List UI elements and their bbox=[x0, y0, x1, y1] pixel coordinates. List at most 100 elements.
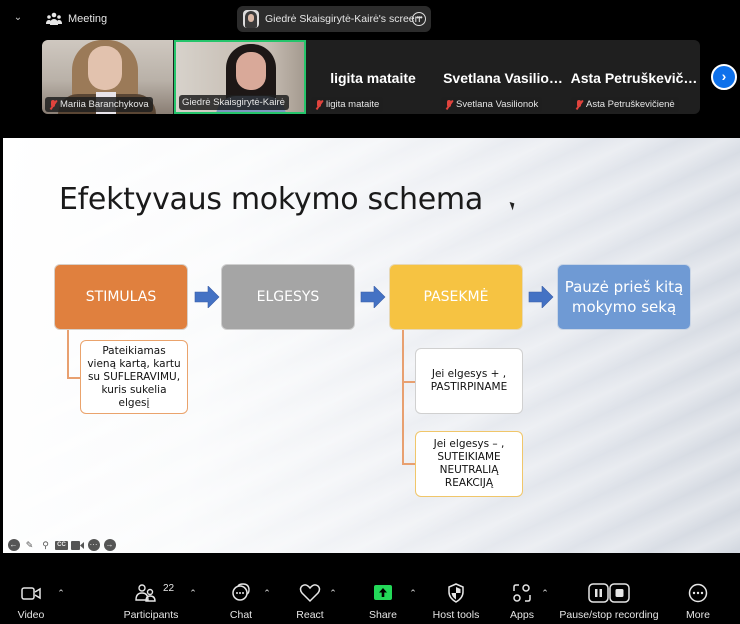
apps-button[interactable]: Apps bbox=[502, 578, 542, 624]
connector-line bbox=[402, 463, 415, 465]
video-label: Video bbox=[17, 609, 45, 621]
more-icon bbox=[688, 583, 708, 603]
positive-consequence: Jei elgesys + , PASTIRPINAME bbox=[415, 348, 523, 414]
step-pasekme: PASEKMĖ bbox=[389, 264, 523, 330]
recording-label: Pause/stop recording bbox=[559, 609, 659, 621]
participant-name: Svetlana Vasilionok bbox=[456, 99, 539, 110]
participant-nametag: ligita mataite bbox=[311, 97, 384, 112]
participant-tile[interactable]: Mariia Baranchykova bbox=[42, 40, 173, 114]
react-options-caret[interactable]: ⌃ bbox=[328, 588, 338, 598]
chevron-down-icon[interactable]: ⌄ bbox=[12, 12, 24, 24]
participants-count: 22 bbox=[163, 583, 175, 594]
more-label: More bbox=[686, 609, 710, 621]
participant-nametag: Svetlana Vasilionok bbox=[441, 97, 543, 112]
participant-name: Mariia Baranchykova bbox=[60, 99, 149, 110]
apps-label: Apps bbox=[510, 609, 534, 621]
mic-muted-icon bbox=[48, 99, 57, 110]
react-label: React bbox=[296, 609, 324, 621]
pause-stop-recording-icon bbox=[588, 583, 630, 603]
participants-button[interactable]: 22 Participants bbox=[118, 578, 184, 624]
share-options-caret[interactable]: ⌃ bbox=[408, 588, 418, 598]
screen-share-indicator[interactable]: Giedrė Skaisgirytė-Kairė's screen ••• bbox=[237, 6, 431, 32]
connector-line bbox=[402, 381, 415, 383]
react-button[interactable]: React bbox=[290, 578, 330, 624]
heart-icon bbox=[299, 584, 321, 603]
connector-line bbox=[402, 330, 404, 464]
chat-label: Chat bbox=[229, 609, 253, 621]
zoom-meeting-window: ⌄ Meeting Giedrė Skaisgirytė-Kairė's scr… bbox=[0, 0, 740, 624]
connector-line bbox=[67, 377, 80, 379]
video-icon[interactable] bbox=[71, 539, 84, 552]
more-icon[interactable]: ··· bbox=[87, 539, 100, 552]
apps-options-caret[interactable]: ⌃ bbox=[540, 588, 550, 598]
mic-muted-icon bbox=[574, 99, 583, 110]
shared-screen-slide: Efektyvaus mokymo schema STIMULAS ELGESY… bbox=[3, 138, 740, 553]
participants-label: Participants bbox=[123, 609, 179, 621]
chat-icon bbox=[232, 583, 250, 601]
apps-icon bbox=[513, 584, 531, 602]
more-icon[interactable]: ••• bbox=[412, 12, 426, 26]
participant-gallery: Mariia Baranchykova Giedrė Skaisgirytė-K… bbox=[42, 40, 700, 114]
chat-button[interactable]: Chat bbox=[222, 578, 260, 624]
participant-nametag: Mariia Baranchykova bbox=[45, 97, 153, 112]
video-camera-icon bbox=[21, 587, 41, 600]
more-button[interactable]: More bbox=[680, 578, 716, 624]
share-screen-icon bbox=[374, 585, 392, 600]
slide-title: Efektyvaus mokymo schema bbox=[59, 182, 483, 217]
connector-line bbox=[67, 330, 69, 378]
participant-name: Giedrė Skaisgirytė-Kairė bbox=[182, 97, 285, 108]
negative-consequence-text: Jei elgesys – , SUTEIKIAME NEUTRALIĄ REA… bbox=[433, 438, 505, 489]
pen-icon[interactable]: ✎ bbox=[23, 539, 36, 552]
step-pauze: Pauzė prieš kitą mokymo seką bbox=[557, 264, 691, 330]
chat-options-caret[interactable]: ⌃ bbox=[262, 588, 272, 598]
top-bar: ⌄ Meeting Giedrė Skaisgirytė-Kairė's scr… bbox=[0, 0, 740, 40]
share-label: Share bbox=[368, 609, 398, 621]
recording-button[interactable]: Pause/stop recording bbox=[558, 578, 660, 624]
participant-display-name: ligita mataite bbox=[330, 70, 416, 86]
video-button[interactable]: Video bbox=[10, 578, 52, 624]
negative-consequence: Jei elgesys – , SUTEIKIAME NEUTRALIĄ REA… bbox=[415, 431, 523, 497]
zoom-icon[interactable]: ⚲ bbox=[39, 539, 52, 552]
step-stimulas: STIMULAS bbox=[54, 264, 188, 330]
host-tools-button[interactable]: Host tools bbox=[428, 578, 484, 624]
positive-consequence-text: Jei elgesys + , PASTIRPINAME bbox=[430, 368, 508, 393]
mic-muted-icon bbox=[444, 99, 453, 110]
participant-display-name: Asta Petruškevič… bbox=[570, 70, 698, 86]
stimulas-detail: Pateikiamas vieną kartą, kartu su SUFLER… bbox=[80, 340, 188, 414]
participant-display-name: Svetlana Vasilio… bbox=[443, 70, 563, 86]
participant-tile[interactable]: Svetlana Vasilio… Svetlana Vasilionok bbox=[438, 40, 568, 114]
arrow-right-icon bbox=[360, 286, 386, 308]
participants-options-caret[interactable]: ⌃ bbox=[188, 588, 198, 598]
participant-tile-active-speaker[interactable]: Giedrė Skaisgirytė-Kairė bbox=[174, 40, 306, 114]
stimulas-detail-text: Pateikiamas vieną kartą, kartu su SUFLER… bbox=[87, 344, 181, 409]
captions-label: CC bbox=[55, 540, 68, 550]
previous-slide-icon[interactable]: ← bbox=[7, 539, 20, 552]
host-tools-label: Host tools bbox=[432, 609, 480, 621]
participants-icon bbox=[135, 584, 156, 602]
participant-name: Asta Petruškevičienė bbox=[586, 99, 675, 110]
presenter-avatar bbox=[243, 10, 259, 28]
mouse-cursor-icon bbox=[509, 200, 517, 211]
arrow-right-icon bbox=[194, 286, 220, 308]
participant-video-face bbox=[88, 46, 122, 90]
chevron-right-icon[interactable]: › bbox=[711, 64, 737, 90]
shield-icon bbox=[448, 583, 464, 603]
participant-nametag: Giedrė Skaisgirytė-Kairė bbox=[179, 95, 289, 110]
presenter-toolbar: ← ✎ ⚲ CC ··· → bbox=[7, 538, 116, 552]
next-slide-icon[interactable]: → bbox=[103, 539, 116, 552]
participant-nametag: Asta Petruškevičienė bbox=[571, 97, 679, 112]
mic-muted-icon bbox=[314, 99, 323, 110]
captions-icon[interactable]: CC bbox=[55, 539, 68, 552]
share-button[interactable]: Share bbox=[364, 578, 402, 624]
arrow-right-icon bbox=[528, 286, 554, 308]
screen-share-label: Giedrė Skaisgirytė-Kairė's screen bbox=[265, 13, 421, 25]
participant-tile[interactable]: ligita mataite ligita mataite bbox=[308, 40, 438, 114]
participant-tile[interactable]: Asta Petruškevič… Asta Petruškevičienė bbox=[568, 40, 700, 114]
meeting-info-button[interactable]: Meeting bbox=[68, 13, 107, 25]
people-icon bbox=[46, 12, 62, 25]
video-options-caret[interactable]: ⌃ bbox=[56, 588, 66, 598]
step-elgesys: ELGESYS bbox=[221, 264, 355, 330]
participant-name: ligita mataite bbox=[326, 99, 380, 110]
participant-video-face bbox=[236, 52, 266, 90]
meeting-toolbar: Video ⌃ 22 Participants ⌃ Chat ⌃ React ⌃… bbox=[0, 578, 740, 624]
